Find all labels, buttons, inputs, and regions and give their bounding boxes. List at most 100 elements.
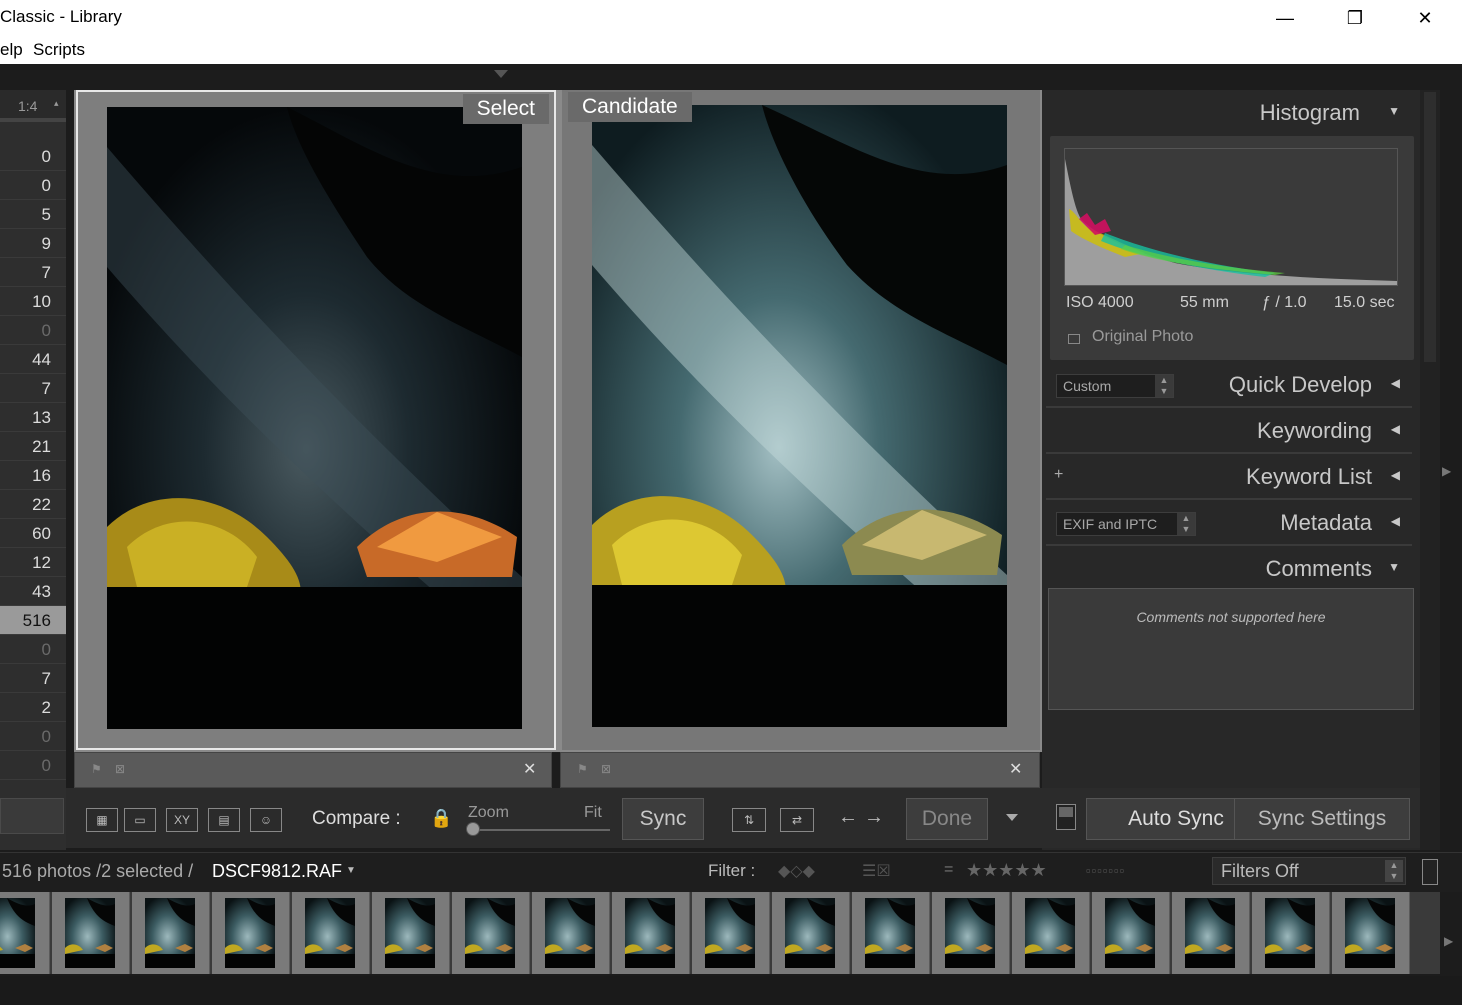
metadata-expand-icon[interactable]: ◀: [1391, 514, 1400, 528]
filmstrip-thumbnail[interactable]: [612, 892, 690, 974]
comments-collapse-icon[interactable]: ▼: [1388, 560, 1400, 574]
current-filename[interactable]: DSCF9812.RAF: [212, 861, 342, 882]
flag-icon[interactable]: ⚑: [91, 762, 102, 776]
keyword-list-header[interactable]: + Keyword List ◀: [1046, 456, 1412, 500]
filmstrip-thumbnail[interactable]: [1172, 892, 1250, 974]
metadata-header[interactable]: EXIF and IPTC ▲ ▼ Metadata ◀: [1046, 502, 1412, 546]
filmstrip-thumbnail[interactable]: [292, 892, 370, 974]
add-keyword-icon[interactable]: +: [1054, 466, 1063, 484]
folder-count-row[interactable]: 0: [0, 722, 66, 751]
keywording-header[interactable]: Keywording ◀: [1046, 410, 1412, 454]
restore-button[interactable]: ❐: [1332, 0, 1378, 36]
filmstrip-thumbnail[interactable]: [132, 892, 210, 974]
folder-count-row[interactable]: 0: [0, 171, 66, 200]
sync-button[interactable]: Sync: [622, 798, 704, 840]
sync-settings-button[interactable]: Sync Settings: [1234, 798, 1410, 840]
flag-filter-icon[interactable]: ◆◇◆: [778, 861, 815, 881]
select-cell[interactable]: Select: [76, 90, 556, 750]
zoom-slider-thumb[interactable]: [466, 822, 480, 836]
folder-count-row[interactable]: 5: [0, 200, 66, 229]
filmstrip-thumbnail[interactable]: [772, 892, 850, 974]
import-button[interactable]: [0, 798, 64, 834]
people-view-icon[interactable]: ☺: [250, 808, 282, 832]
metadata-preset[interactable]: EXIF and IPTC ▲ ▼: [1056, 512, 1196, 536]
folder-count-row[interactable]: 516: [0, 606, 66, 635]
edit-filter-icon[interactable]: ☰☒: [862, 861, 891, 881]
folder-count-row[interactable]: 7: [0, 664, 66, 693]
filter-lock-switch[interactable]: [1422, 859, 1438, 885]
filmstrip-thumbnail[interactable]: [1332, 892, 1410, 974]
filmstrip-scroll-right-icon[interactable]: ▶: [1444, 934, 1453, 948]
filmstrip-thumbnail[interactable]: [932, 892, 1010, 974]
filmstrip-thumbnail[interactable]: [212, 892, 290, 974]
rating-filter-stars[interactable]: ★★★★★: [966, 860, 1047, 881]
folder-count-row[interactable]: 10: [0, 287, 66, 316]
scrollbar-thumb[interactable]: [1424, 92, 1436, 362]
minimize-button[interactable]: —: [1262, 0, 1308, 36]
expand-right-panel-icon[interactable]: ▶: [1442, 464, 1451, 478]
folder-count-row[interactable]: 7: [0, 258, 66, 287]
filmstrip-thumbnail[interactable]: [52, 892, 130, 974]
histogram-header[interactable]: Histogram ▼: [1046, 90, 1412, 134]
next-arrow-icon[interactable]: →: [864, 806, 884, 829]
filmstrip-thumbnail[interactable]: [0, 892, 50, 974]
compare-view-icon[interactable]: XY: [166, 808, 198, 832]
close-button[interactable]: ✕: [1402, 0, 1448, 36]
histogram-graph[interactable]: [1064, 148, 1398, 286]
reject-icon[interactable]: ⊠: [601, 762, 611, 776]
keywording-expand-icon[interactable]: ◀: [1391, 422, 1400, 436]
folder-count-row[interactable]: 16: [0, 461, 66, 490]
folder-count-row[interactable]: 0: [0, 635, 66, 664]
folder-count-row[interactable]: 0: [0, 751, 66, 780]
filmstrip-thumbnail[interactable]: [1252, 892, 1330, 974]
filmstrip-thumbnail[interactable]: [1012, 892, 1090, 974]
filmstrip-thumbnail[interactable]: [452, 892, 530, 974]
rating-operator-icon[interactable]: =: [944, 861, 953, 879]
comments-header[interactable]: Comments ▼: [1046, 548, 1412, 592]
quick-develop-header[interactable]: Custom ▲ ▼ Quick Develop ◀: [1046, 364, 1412, 408]
flag-icon[interactable]: ⚑: [577, 762, 588, 776]
candidate-cell[interactable]: Candidate: [562, 90, 1040, 750]
toolbar-menu-chevron-down-icon[interactable]: [1006, 814, 1018, 821]
histogram-collapse-icon[interactable]: ▼: [1388, 104, 1400, 118]
loupe-view-icon[interactable]: ▭: [124, 808, 156, 832]
close-candidate-icon[interactable]: ✕: [1009, 759, 1022, 779]
collapse-top-icon[interactable]: [494, 70, 508, 78]
folder-count-row[interactable]: 9: [0, 229, 66, 258]
folder-count-row[interactable]: 43: [0, 577, 66, 606]
filmstrip-thumbnail[interactable]: [532, 892, 610, 974]
quick-develop-expand-icon[interactable]: ◀: [1391, 376, 1400, 390]
menu-help[interactable]: elp: [0, 40, 23, 60]
color-label-filter-icon[interactable]: ▫▫▫▫▫▫▫: [1086, 863, 1125, 878]
folder-count-row[interactable]: 0: [0, 142, 66, 171]
keyword-list-expand-icon[interactable]: ◀: [1391, 468, 1400, 482]
zoom-slider-track[interactable]: [470, 829, 610, 831]
filters-preset-select[interactable]: Filters Off ▲ ▼: [1212, 857, 1406, 885]
folder-count-row[interactable]: 21: [0, 432, 66, 461]
menu-scripts[interactable]: Scripts: [33, 40, 85, 60]
folder-count-row[interactable]: 13: [0, 403, 66, 432]
lock-icon[interactable]: 🔒: [430, 808, 452, 829]
reject-icon[interactable]: ⊠: [115, 762, 125, 776]
folder-count-row[interactable]: 2: [0, 693, 66, 722]
folder-count-row[interactable]: 44: [0, 345, 66, 374]
filmstrip-thumbnail[interactable]: [1092, 892, 1170, 974]
folder-count-row[interactable]: 12: [0, 548, 66, 577]
filmstrip-thumbnail[interactable]: [372, 892, 450, 974]
survey-view-icon[interactable]: ▤: [208, 808, 240, 832]
close-select-icon[interactable]: ✕: [523, 759, 536, 779]
done-button[interactable]: Done: [906, 798, 988, 840]
folder-count-row[interactable]: 0: [0, 316, 66, 345]
folder-count-row[interactable]: 22: [0, 490, 66, 519]
auto-sync-switch[interactable]: [1056, 804, 1076, 830]
make-select-icon[interactable]: ⇄: [780, 808, 814, 832]
original-photo-checkbox[interactable]: [1068, 334, 1080, 344]
filmstrip-thumbnail[interactable]: [852, 892, 930, 974]
prev-arrow-icon[interactable]: ←: [838, 806, 858, 829]
quick-develop-preset[interactable]: Custom ▲ ▼: [1056, 374, 1174, 398]
navigator-zoom[interactable]: 1:4 ▴: [0, 90, 66, 122]
filename-chevron-down-icon[interactable]: ▼: [346, 865, 356, 876]
swap-icon[interactable]: ⇅: [732, 808, 766, 832]
folder-count-row[interactable]: 7: [0, 374, 66, 403]
folder-count-row[interactable]: 60: [0, 519, 66, 548]
